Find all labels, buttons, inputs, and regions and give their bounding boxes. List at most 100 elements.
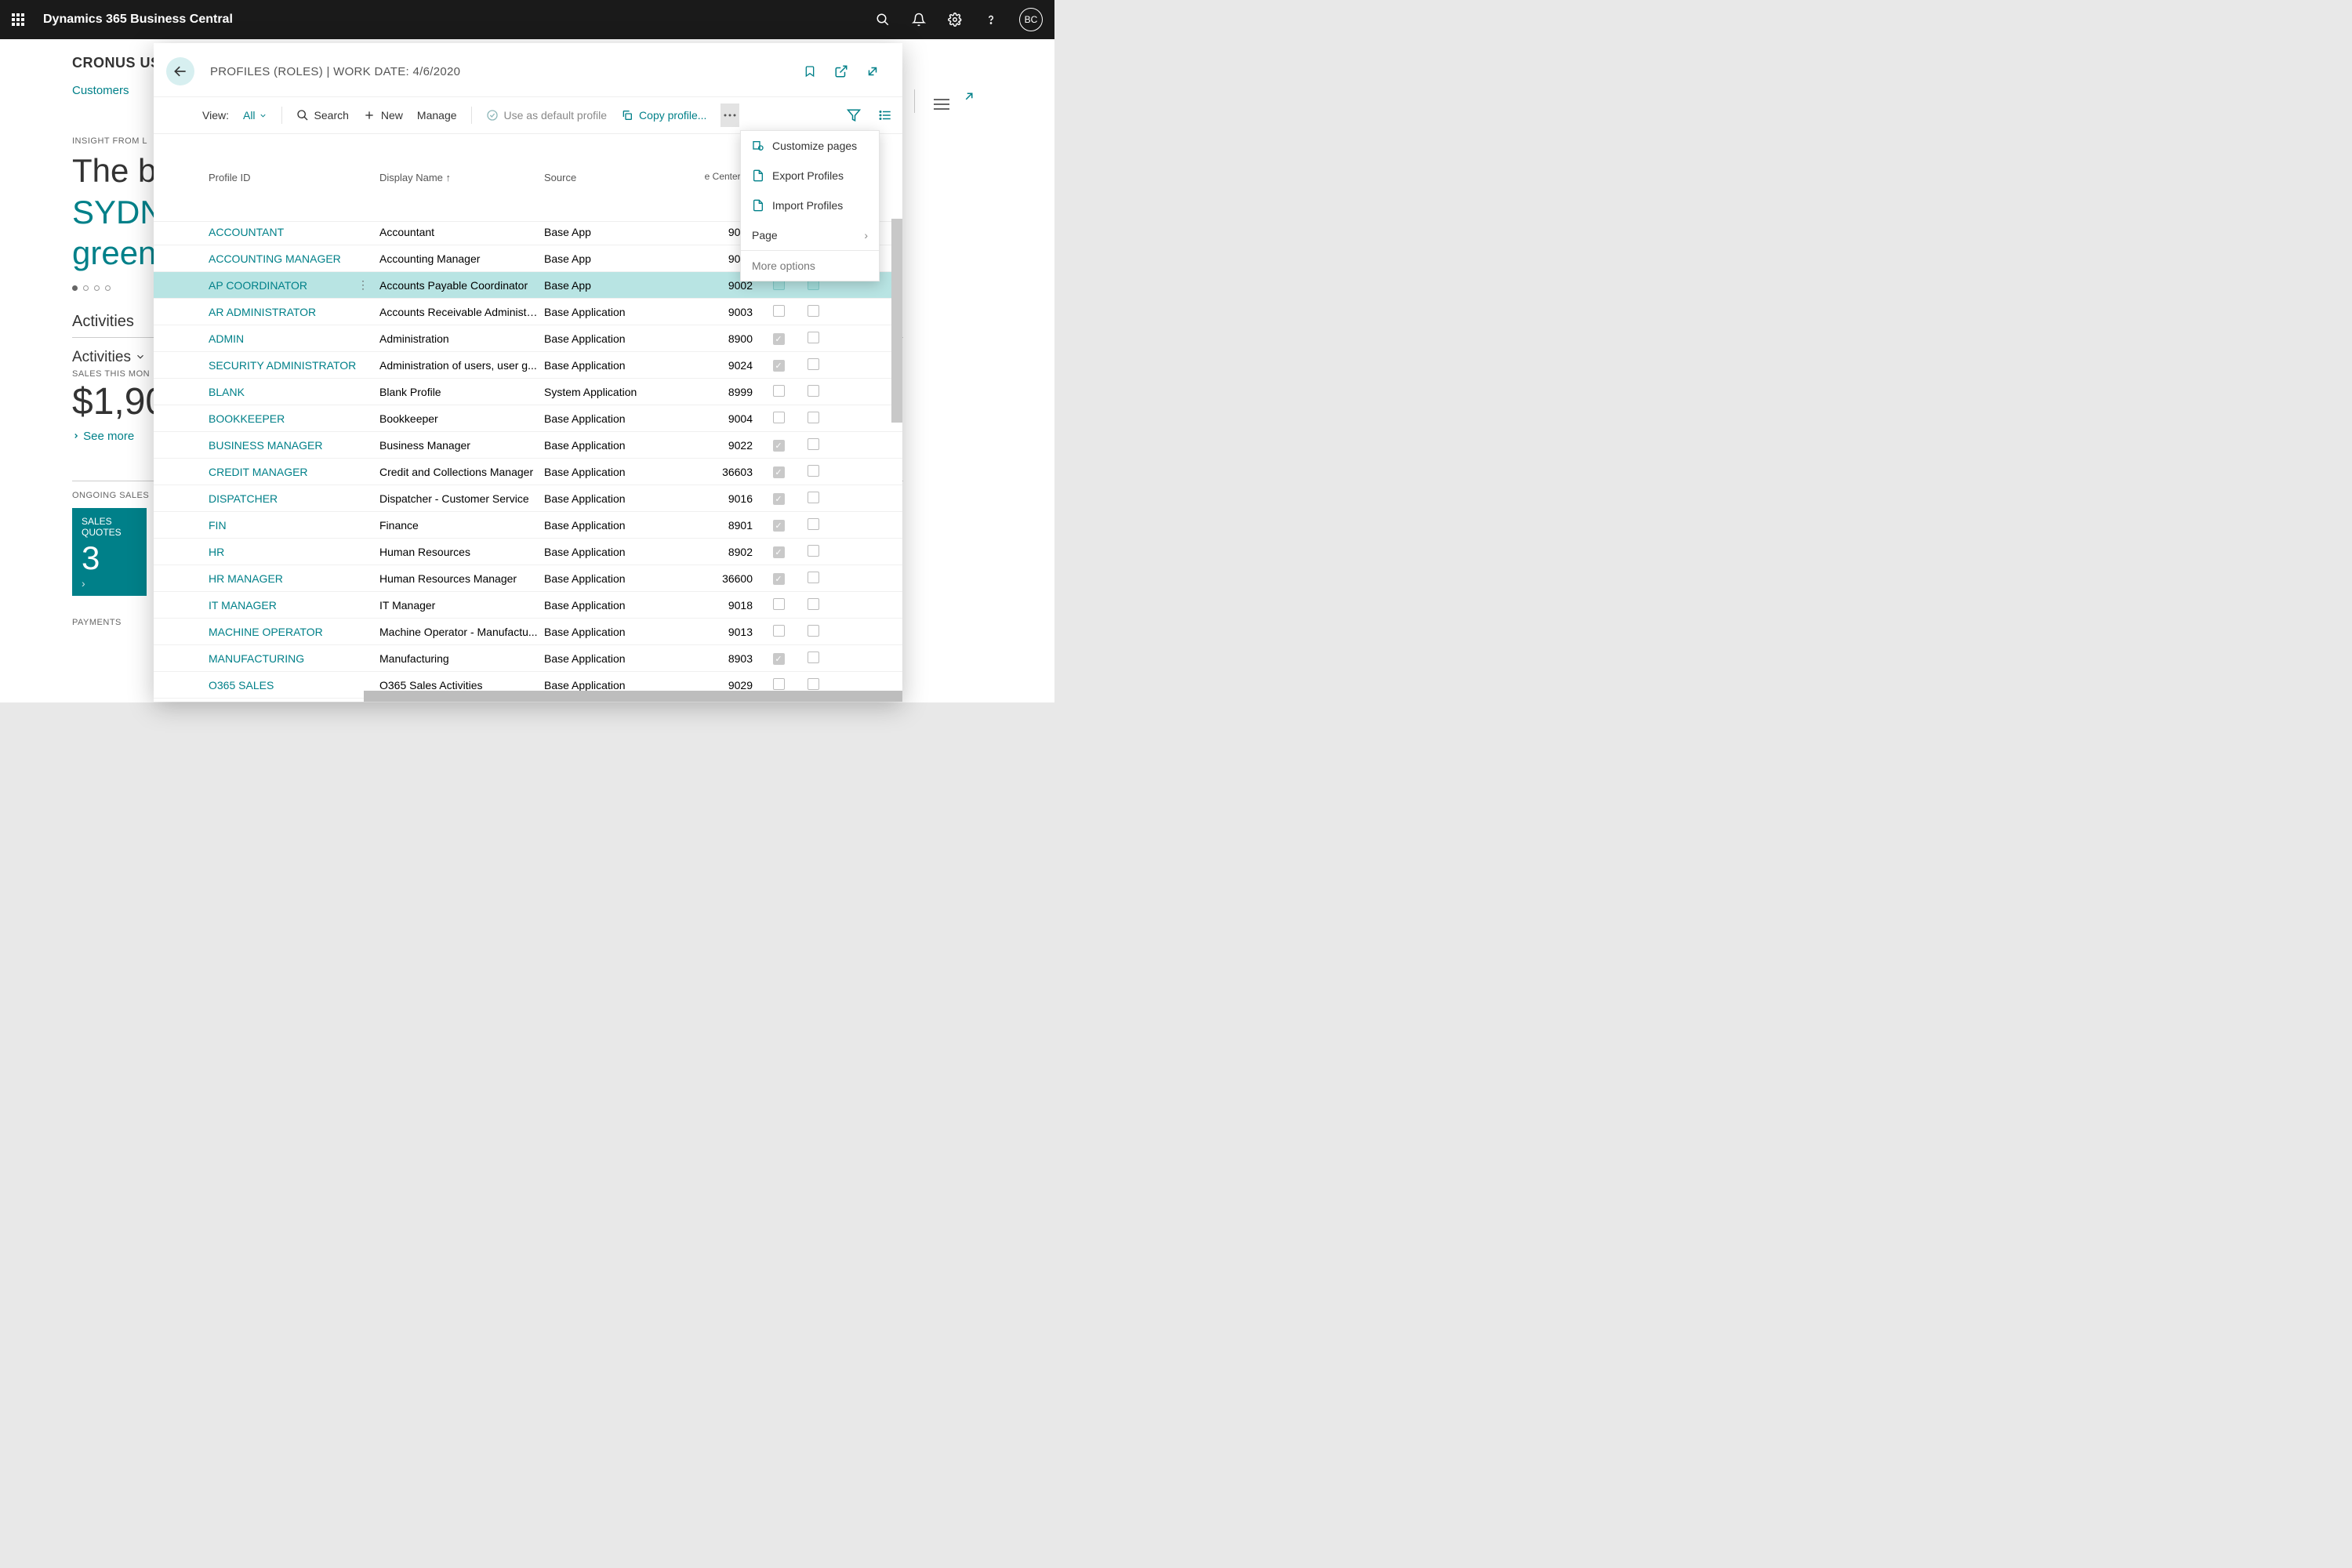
default-cell[interactable] <box>795 438 831 452</box>
sales-quotes-tile[interactable]: SALES QUOTES 3 › <box>72 508 147 596</box>
default-cell[interactable] <box>795 545 831 559</box>
col-display-name[interactable]: Display Name ↑ <box>379 172 544 215</box>
table-row[interactable]: CREDIT MANAGER ⋮ Credit and Collections … <box>154 459 902 485</box>
profile-id-cell[interactable]: SECURITY ADMINISTRATOR <box>209 359 379 372</box>
profile-id-cell[interactable]: BOOKKEEPER <box>209 412 379 425</box>
table-row[interactable]: DISPATCHER ⋮ Dispatcher - Customer Servi… <box>154 485 902 512</box>
default-cell[interactable] <box>795 518 831 532</box>
enabled-cell[interactable] <box>759 492 795 505</box>
search-button[interactable]: Search <box>296 109 349 122</box>
table-row[interactable]: MACHINE OPERATOR ⋮ Machine Operator - Ma… <box>154 619 902 645</box>
table-row[interactable]: SECURITY ADMINISTRATOR ⋮ Administration … <box>154 352 902 379</box>
settings-icon[interactable] <box>947 12 963 27</box>
profile-id-cell[interactable]: FIN <box>209 519 379 532</box>
manage-button[interactable]: Manage <box>417 109 457 122</box>
maximize-icon[interactable] <box>865 64 880 79</box>
default-cell[interactable] <box>795 678 831 692</box>
table-row[interactable]: IT MANAGER ⋮ IT Manager Base Application… <box>154 592 902 619</box>
table-row[interactable]: HR MANAGER ⋮ Human Resources Manager Bas… <box>154 565 902 592</box>
default-cell[interactable] <box>795 305 831 319</box>
bookmark-icon[interactable] <box>802 64 818 79</box>
new-button[interactable]: New <box>363 109 403 122</box>
app-launcher-icon[interactable] <box>12 13 24 26</box>
chevron-right-icon: › <box>864 229 868 241</box>
default-cell[interactable] <box>795 412 831 426</box>
profile-id-cell[interactable]: ADMIN <box>209 332 379 345</box>
profile-id-cell[interactable]: DISPATCHER <box>209 492 379 505</box>
source-cell: Base App <box>544 279 701 292</box>
profile-id-cell[interactable]: IT MANAGER <box>209 599 379 612</box>
profile-id-cell[interactable]: MANUFACTURING <box>209 652 379 665</box>
profile-id-cell[interactable]: O365 SALES <box>209 679 379 691</box>
profile-id-cell[interactable]: ACCOUNTING MANAGER <box>209 252 379 265</box>
import-profiles-item[interactable]: Import Profiles <box>741 191 879 220</box>
filter-icon[interactable] <box>846 107 862 123</box>
customize-pages-item[interactable]: Customize pages <box>741 131 879 161</box>
notifications-icon[interactable] <box>911 12 927 27</box>
horizontal-scrollbar[interactable] <box>364 691 902 702</box>
avatar[interactable]: BC <box>1019 8 1043 31</box>
enabled-cell[interactable] <box>759 385 795 399</box>
col-source[interactable]: Source <box>544 172 701 215</box>
enabled-cell[interactable] <box>759 412 795 426</box>
vertical-scrollbar[interactable] <box>891 219 902 423</box>
default-cell[interactable] <box>795 385 831 399</box>
profile-id-cell[interactable]: BUSINESS MANAGER <box>209 439 379 452</box>
table-row[interactable]: MANUFACTURING ⋮ Manufacturing Base Appli… <box>154 645 902 672</box>
default-cell[interactable] <box>795 598 831 612</box>
source-cell: Base Application <box>544 599 701 612</box>
table-row[interactable]: HR ⋮ Human Resources Base Application 89… <box>154 539 902 565</box>
enabled-cell[interactable] <box>759 545 795 558</box>
popout-icon[interactable] <box>833 64 849 79</box>
profile-id-cell[interactable]: ACCOUNTANT <box>209 226 379 238</box>
default-cell[interactable] <box>795 572 831 586</box>
profile-id-cell[interactable]: BLANK <box>209 386 379 398</box>
expand-icon[interactable] <box>962 89 976 103</box>
display-name-cell: Accounts Payable Coordinator <box>379 279 544 292</box>
default-cell[interactable] <box>795 625 831 639</box>
enabled-cell[interactable] <box>759 625 795 639</box>
table-row[interactable]: FIN ⋮ Finance Base Application 8901 <box>154 512 902 539</box>
list-view-icon[interactable] <box>877 107 893 123</box>
default-cell[interactable] <box>795 465 831 479</box>
enabled-cell[interactable] <box>759 305 795 319</box>
enabled-cell[interactable] <box>759 678 795 692</box>
page-submenu-item[interactable]: Page › <box>741 220 879 250</box>
help-icon[interactable] <box>983 12 999 27</box>
default-cell[interactable] <box>795 492 831 506</box>
table-row[interactable]: ADMIN ⋮ Administration Base Application … <box>154 325 902 352</box>
default-cell[interactable] <box>795 652 831 666</box>
profile-id-cell[interactable]: MACHINE OPERATOR <box>209 626 379 638</box>
search-icon[interactable] <box>875 12 891 27</box>
profile-id-cell[interactable]: HR MANAGER <box>209 572 379 585</box>
row-actions-icon[interactable]: ⋮ <box>358 278 368 292</box>
view-dropdown[interactable]: All <box>243 109 267 122</box>
back-button[interactable] <box>166 57 194 85</box>
enabled-cell[interactable] <box>759 518 795 532</box>
enabled-cell[interactable] <box>759 598 795 612</box>
default-cell[interactable] <box>795 332 831 346</box>
table-row[interactable]: BUSINESS MANAGER ⋮ Business Manager Base… <box>154 432 902 459</box>
role-center-cell: 9029 <box>701 679 759 691</box>
table-row[interactable]: BOOKKEEPER ⋮ Bookkeeper Base Application… <box>154 405 902 432</box>
enabled-cell[interactable] <box>759 332 795 345</box>
profile-id-cell[interactable]: AR ADMINISTRATOR <box>209 306 379 318</box>
profile-id-cell[interactable]: AP COORDINATOR <box>209 279 379 292</box>
more-actions-button[interactable] <box>720 103 739 127</box>
profile-id-cell[interactable]: HR <box>209 546 379 558</box>
use-default-button[interactable]: Use as default profile <box>486 109 608 122</box>
copy-profile-button[interactable]: Copy profile... <box>621 109 706 122</box>
col-profile-id[interactable]: Profile ID <box>209 172 379 215</box>
enabled-cell[interactable] <box>759 465 795 478</box>
enabled-cell[interactable] <box>759 652 795 665</box>
more-options-item[interactable]: More options <box>741 251 879 281</box>
table-row[interactable]: BLANK ⋮ Blank Profile System Application… <box>154 379 902 405</box>
enabled-cell[interactable] <box>759 358 795 372</box>
default-cell[interactable] <box>795 358 831 372</box>
export-profiles-item[interactable]: Export Profiles <box>741 161 879 191</box>
profile-id-cell[interactable]: CREDIT MANAGER <box>209 466 379 478</box>
table-row[interactable]: AR ADMINISTRATOR ⋮ Accounts Receivable A… <box>154 299 902 325</box>
enabled-cell[interactable] <box>759 572 795 585</box>
enabled-cell[interactable] <box>759 438 795 452</box>
hamburger-icon[interactable] <box>934 99 949 110</box>
